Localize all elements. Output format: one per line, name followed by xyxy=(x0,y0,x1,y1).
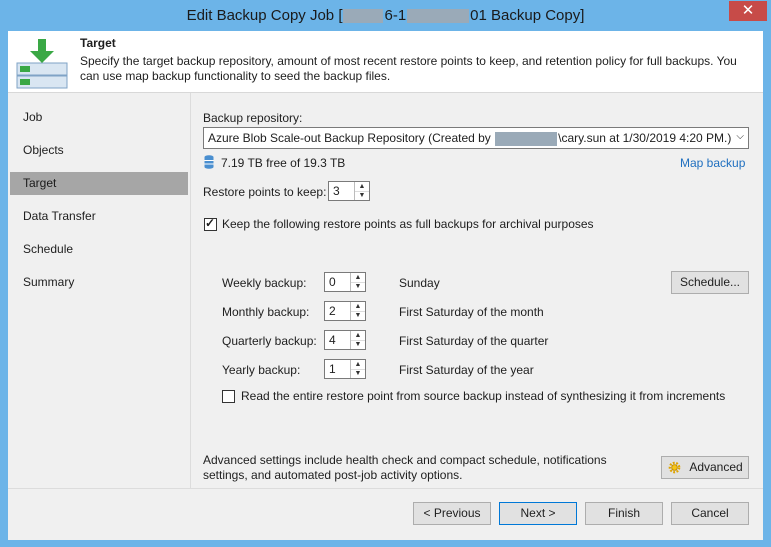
gear-icon xyxy=(668,461,681,474)
restore-points-value: 3 xyxy=(333,184,340,198)
schedule-button[interactable]: Schedule... xyxy=(671,271,749,294)
weekly-value: 0 xyxy=(329,275,336,289)
keep-full-label: Keep the following restore points as ful… xyxy=(222,217,594,231)
wizard-footer: < Previous Next > Finish Cancel xyxy=(8,489,763,540)
map-backup-link[interactable]: Map backup xyxy=(680,156,745,170)
cancel-button[interactable]: Cancel xyxy=(671,502,749,525)
yearly-stepper[interactable]: 1 ▲ ▼ xyxy=(324,359,366,379)
restore-points-stepper[interactable]: 3 ▲ ▼ xyxy=(328,181,370,201)
chevron-down-icon[interactable]: ▼ xyxy=(351,340,365,349)
redacted-block xyxy=(343,9,384,24)
title-suffix: 01 Backup Copy] xyxy=(470,7,585,24)
chevron-down-icon[interactable]: ▼ xyxy=(351,311,365,320)
finish-button[interactable]: Finish xyxy=(585,502,663,525)
dialog-client: Target Specify the target backup reposit… xyxy=(8,31,763,540)
wizard-nav: Job Objects Target Data Transfer Schedul… xyxy=(8,93,191,488)
weekly-label: Weekly backup: xyxy=(222,276,307,290)
nav-item-schedule[interactable]: Schedule xyxy=(10,238,188,261)
title-bar[interactable]: Edit Backup Copy Job [ 6-1 01 Backup Copy]… xyxy=(0,0,771,30)
repository-value-prefix: Azure Blob Scale-out Backup Repository (… xyxy=(208,131,491,145)
target-panel: Backup repository: Azure Blob Scale-out … xyxy=(191,93,763,488)
nav-item-data-transfer[interactable]: Data Transfer xyxy=(10,205,188,228)
redacted-block xyxy=(407,9,470,24)
step-description: Specify the target backup repository, am… xyxy=(80,54,737,83)
monthly-stepper[interactable]: 2 ▲ ▼ xyxy=(324,301,366,321)
previous-button[interactable]: < Previous xyxy=(413,502,491,525)
weekly-desc: Sunday xyxy=(399,276,440,290)
free-space-text: 7.19 TB free of 19.3 TB xyxy=(221,156,346,170)
keep-full-checkbox[interactable]: ✓ xyxy=(204,216,217,231)
repository-label: Backup repository: xyxy=(203,111,303,125)
advanced-button-label: Advanced xyxy=(689,460,743,474)
nav-item-objects[interactable]: Objects xyxy=(10,139,188,162)
monthly-desc: First Saturday of the month xyxy=(399,305,544,319)
yearly-label: Yearly backup: xyxy=(222,363,301,377)
repository-select-value: Azure Blob Scale-out Backup Repository (… xyxy=(208,131,731,146)
stepper-buttons: ▲ ▼ xyxy=(350,360,365,378)
monthly-value: 2 xyxy=(329,304,336,318)
monthly-label: Monthly backup: xyxy=(222,305,310,319)
dialog-window: Edit Backup Copy Job [ 6-1 01 Backup Copy]… xyxy=(0,0,771,547)
window-title: Edit Backup Copy Job [ 6-1 01 Backup Copy] xyxy=(0,7,771,24)
read-entire-checkbox[interactable] xyxy=(222,390,235,403)
repository-select[interactable]: Azure Blob Scale-out Backup Repository (… xyxy=(203,127,749,149)
read-entire-label: Read the entire restore point from sourc… xyxy=(241,389,726,403)
nav-item-job[interactable]: Job xyxy=(10,106,188,129)
advanced-description: Advanced settings include health check a… xyxy=(203,453,607,482)
chevron-down-icon[interactable]: ▼ xyxy=(355,191,369,200)
quarterly-value: 4 xyxy=(329,333,336,347)
chevron-down-icon[interactable]: ▼ xyxy=(351,369,365,378)
yearly-value: 1 xyxy=(329,362,336,376)
step-title: Target xyxy=(80,36,116,50)
yearly-desc: First Saturday of the year xyxy=(399,363,534,377)
wizard-header: Target Specify the target backup reposit… xyxy=(8,31,763,93)
advanced-button[interactable]: Advanced xyxy=(661,456,749,479)
title-mid: 6-1 xyxy=(384,7,407,24)
quarterly-stepper[interactable]: 4 ▲ ▼ xyxy=(324,330,366,350)
close-button[interactable]: ✕ xyxy=(729,1,767,21)
stepper-buttons: ▲ ▼ xyxy=(350,302,365,320)
nav-item-summary[interactable]: Summary xyxy=(10,271,188,294)
nav-item-target[interactable]: Target xyxy=(10,172,188,195)
chevron-down-icon[interactable]: ▼ xyxy=(351,282,365,291)
target-step-icon xyxy=(16,39,68,89)
redacted-block xyxy=(495,131,558,146)
stepper-buttons: ▲ ▼ xyxy=(350,273,365,291)
stepper-buttons: ▲ ▼ xyxy=(354,182,369,200)
checkmark-icon: ✓ xyxy=(205,216,216,230)
stepper-buttons: ▲ ▼ xyxy=(350,331,365,349)
database-icon xyxy=(204,155,214,169)
weekly-stepper[interactable]: 0 ▲ ▼ xyxy=(324,272,366,292)
close-icon: ✕ xyxy=(741,2,755,19)
quarterly-desc: First Saturday of the quarter xyxy=(399,334,549,348)
chevron-down-icon[interactable]: ⌵ xyxy=(736,131,744,142)
repository-value-suffix: \cary.sun at 1/30/2019 4:20 PM.) xyxy=(558,131,732,145)
quarterly-label: Quarterly backup: xyxy=(222,334,317,348)
next-button[interactable]: Next > xyxy=(499,502,577,525)
title-prefix: Edit Backup Copy Job [ xyxy=(186,7,343,24)
restore-points-label: Restore points to keep: xyxy=(203,185,327,199)
